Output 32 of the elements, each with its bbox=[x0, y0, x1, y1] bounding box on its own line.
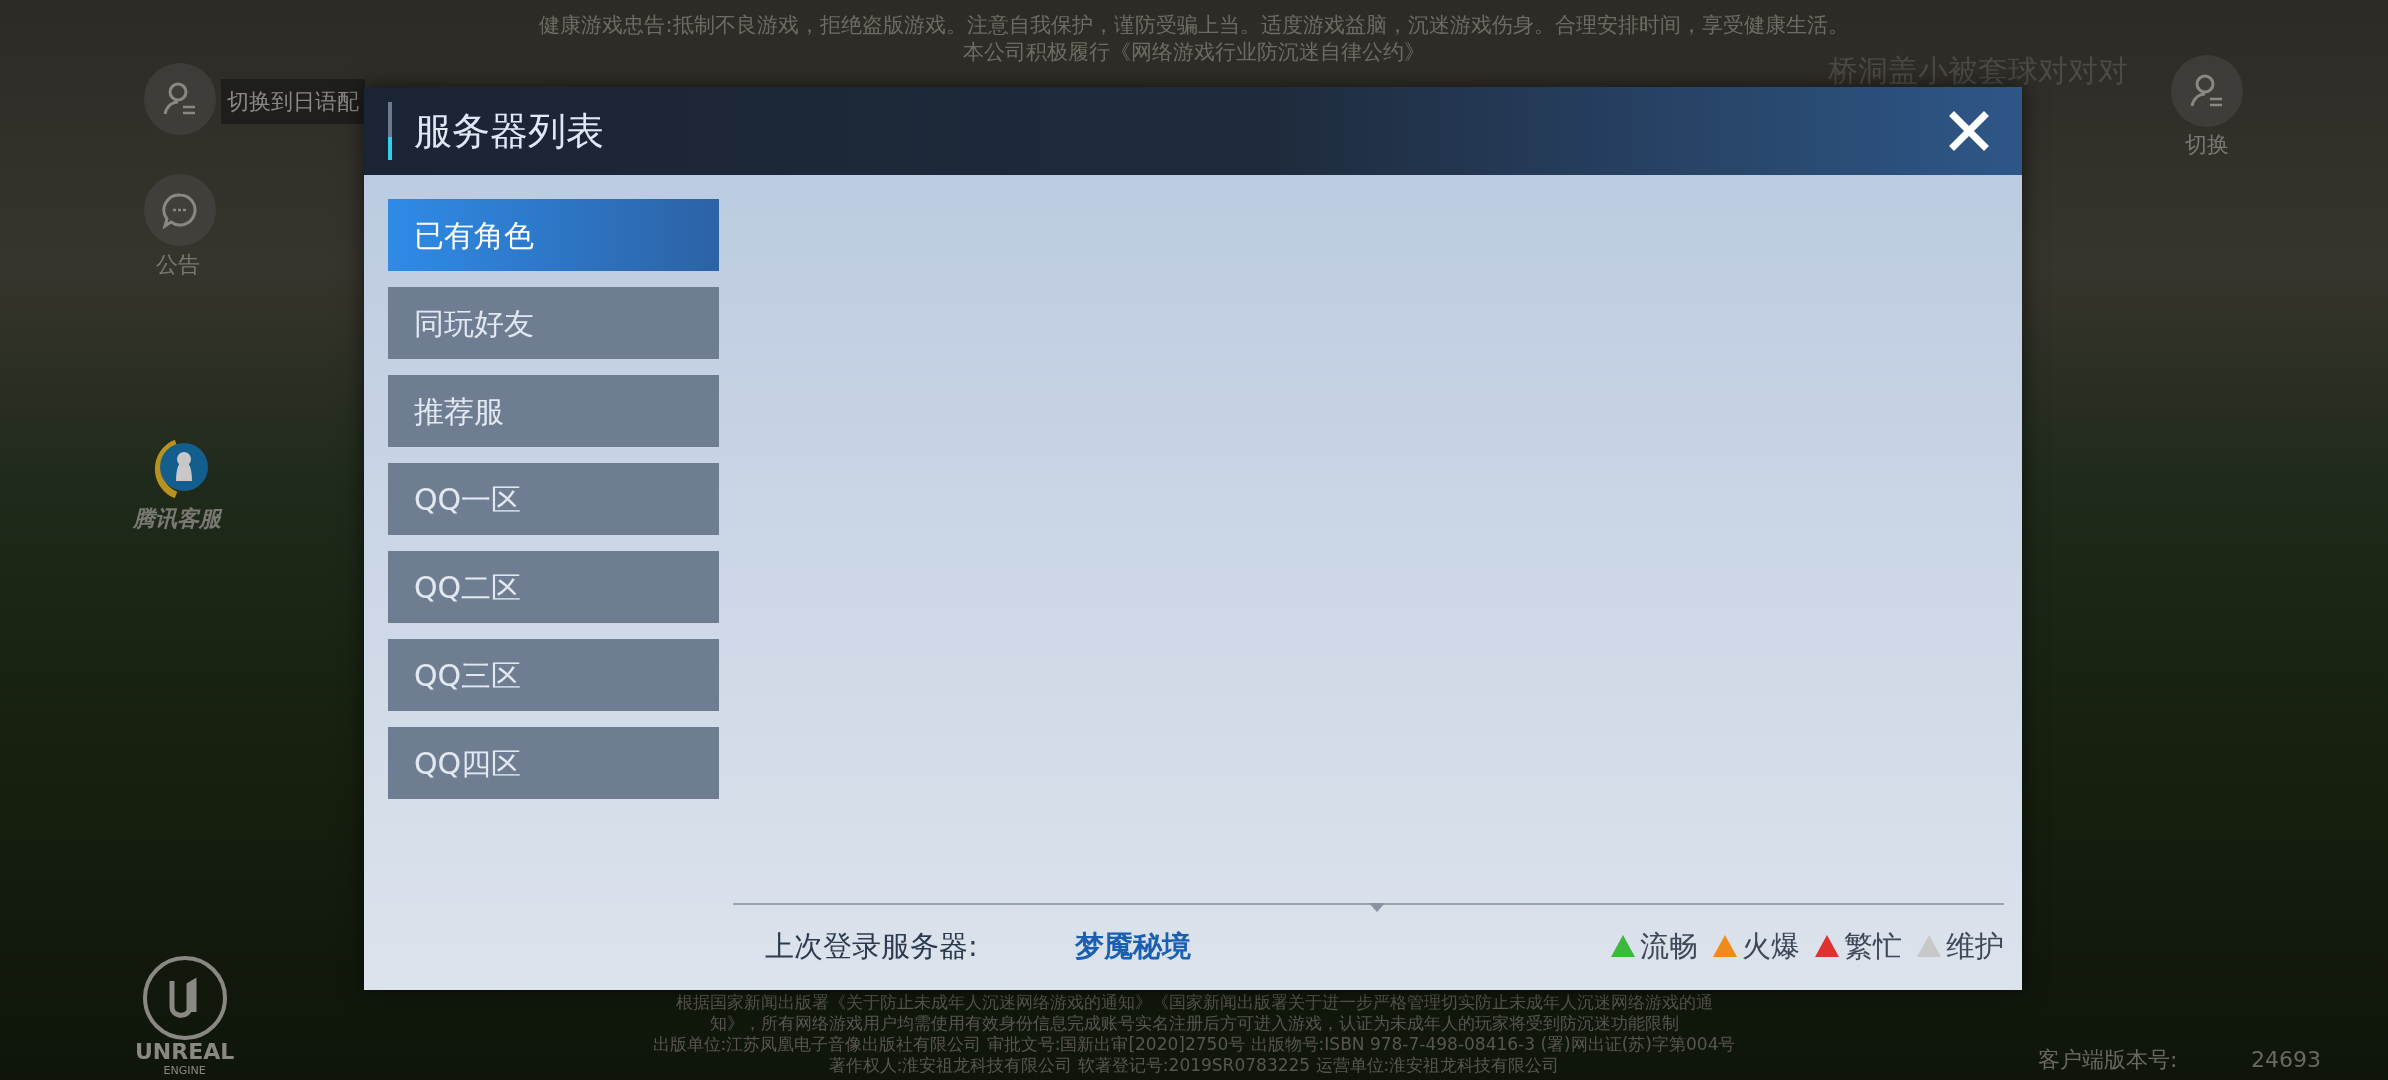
engine-logo-icon bbox=[141, 955, 228, 1041]
caret-icon bbox=[1368, 902, 1385, 913]
voice-switch-label: 切换到日语配 bbox=[221, 79, 365, 124]
legal-notice: 著作权人:淮安祖龙科技有限公司 软著登记号:2019SR0783225 运营单位:淮安祖龙科技有限公司 bbox=[828, 1055, 1560, 1076]
client-version-label: 客户端版本号: bbox=[2038, 1046, 2178, 1074]
title-accent-bar bbox=[388, 102, 392, 160]
legal-notice: 知》，所有网络游戏用户均需使用有效身份信息完成账号实名注册后方可进入游戏，认证为未成年人的玩家将受到防沉迷功能限制 bbox=[709, 1013, 1679, 1034]
engine-logo-subtext: ENGINE bbox=[163, 1063, 206, 1079]
server-category-tab[interactable]: QQ四区 bbox=[388, 727, 719, 799]
engine-logo-text: UNREAL bbox=[135, 1041, 235, 1063]
support-label: 腾讯客服 bbox=[133, 505, 221, 533]
announcement-label: 公告 bbox=[156, 251, 200, 279]
switch-account-label: 切换 bbox=[2185, 131, 2229, 159]
server-category-tab[interactable]: QQ二区 bbox=[388, 551, 719, 623]
server-category-tab[interactable]: 推荐服 bbox=[388, 375, 719, 447]
status-legend-label: 维护 bbox=[1946, 927, 2004, 965]
legal-notice: 根据国家新闻出版署《关于防止未成年人沉迷网络游戏的通知》《国家新闻出版署关于进一步严格管理切实防止未成年人沉迷网络游戏的通 bbox=[675, 992, 1713, 1013]
status-legend-label: 火爆 bbox=[1742, 927, 1800, 965]
legal-notice: 出版单位:江苏凤凰电子音像出版社有限公司 审批文号:国新出审[2020]2750号 出版物号:ISBN 978-7-498-08416-3 (署)网出证(苏)字第004号 bbox=[652, 1034, 1736, 1055]
health-notice: 本公司积极履行《网络游戏行业防沉迷自律公约》 bbox=[963, 39, 1425, 66]
server-category-tab[interactable]: QQ一区 bbox=[388, 463, 719, 535]
health-notice: 健康游戏忠告:抵制不良游戏，拒绝盗版游戏。注意自我保护，谨防受骗上当。适度游戏益脑，沉迷游戏伤身。合理安排时间，享受健康生活。 bbox=[539, 12, 1849, 39]
server-category-tab[interactable]: QQ三区 bbox=[388, 639, 719, 711]
last-login-label: 上次登录服务器: bbox=[765, 927, 979, 965]
status-legend-label: 流畅 bbox=[1640, 927, 1698, 965]
last-login-server[interactable]: 梦魇秘境 bbox=[1075, 924, 1610, 968]
chat-bubble-icon bbox=[161, 191, 199, 229]
client-version-number: 24693 bbox=[2251, 1046, 2321, 1074]
server-category-tab[interactable]: 已有角色 bbox=[388, 199, 719, 271]
server-category-tab[interactable]: 同玩好友 bbox=[388, 287, 719, 359]
status-legend-label: 繁忙 bbox=[1844, 927, 1902, 965]
dialog-title: 服务器列表 bbox=[414, 107, 605, 155]
